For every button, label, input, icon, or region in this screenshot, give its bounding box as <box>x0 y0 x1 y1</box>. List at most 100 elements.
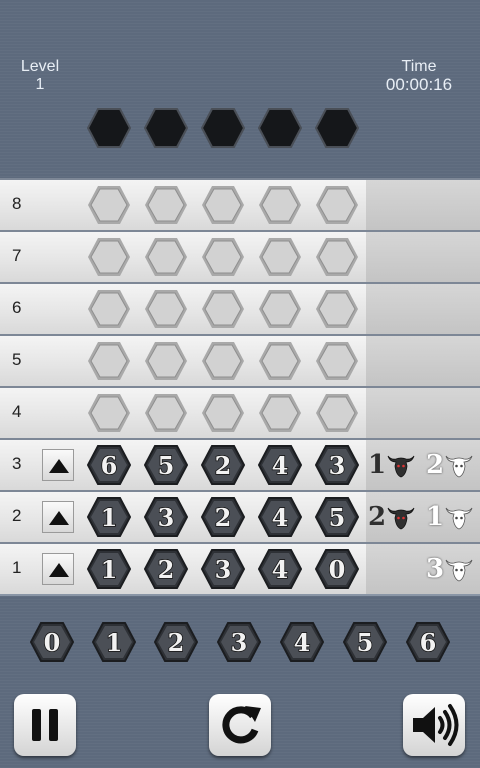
row-number: 3 <box>12 454 22 473</box>
guess-digit-hex: 3 <box>314 445 360 485</box>
reuse-guess-button[interactable] <box>42 501 74 533</box>
hex-digit: 2 <box>168 628 185 657</box>
empty-hex-slot <box>258 237 302 277</box>
guess-digit-hex: 5 <box>314 497 360 537</box>
empty-hex-slot <box>315 341 359 381</box>
guess-digit-hex: 2 <box>200 445 246 485</box>
hex-digit: 3 <box>231 628 248 657</box>
guess-row: 7 <box>0 230 480 282</box>
feedback-cell <box>366 180 480 230</box>
secret-hex-slot <box>314 108 360 148</box>
hex-digit: 3 <box>158 503 175 532</box>
empty-hex-slot <box>87 341 131 381</box>
hex-digit: 6 <box>420 628 437 657</box>
level-indicator: Level 1 <box>12 58 68 94</box>
bulls-number: 2 <box>368 502 387 532</box>
level-label: Level <box>20 58 60 75</box>
secret-hex-slot <box>86 108 132 148</box>
hex-digit: 5 <box>158 451 175 480</box>
bull-icon <box>387 507 415 530</box>
feedback-cell <box>366 232 480 282</box>
restart-icon <box>222 706 261 744</box>
pause-icon <box>32 709 58 741</box>
empty-hex-slot <box>87 289 131 329</box>
reuse-guess-button[interactable] <box>42 449 74 481</box>
empty-hex-slot <box>315 237 359 277</box>
digit-key-2[interactable]: 2 <box>153 622 199 666</box>
hex-digit: 2 <box>158 555 175 584</box>
feedback-cell: 3 <box>366 544 480 594</box>
empty-hex-slot <box>258 341 302 381</box>
row-number: 1 <box>12 558 22 577</box>
cow-icon <box>445 507 473 530</box>
empty-hex-slot <box>201 185 245 225</box>
secret-hex-slot <box>257 108 303 148</box>
cows-number: 1 <box>426 502 445 532</box>
hex-digit: 6 <box>101 451 118 480</box>
feedback-cell: 21 <box>366 492 480 542</box>
bulls-number: 1 <box>368 450 387 480</box>
secret-hex-slot <box>143 108 189 148</box>
digit-key-1[interactable]: 1 <box>91 622 137 666</box>
empty-hex-slot <box>87 185 131 225</box>
empty-hex-slot <box>258 393 302 433</box>
sound-button[interactable] <box>403 694 465 756</box>
empty-hex-slot <box>144 341 188 381</box>
empty-hex-slot <box>315 185 359 225</box>
digit-key-6[interactable]: 6 <box>405 622 451 666</box>
guess-row: 5 <box>0 334 480 386</box>
guess-digit-hex: 2 <box>143 549 189 589</box>
restart-button[interactable] <box>209 694 271 756</box>
hex-digit: 5 <box>329 503 346 532</box>
empty-hex-slot <box>315 393 359 433</box>
empty-hex-slot <box>144 393 188 433</box>
empty-hex-slot <box>258 185 302 225</box>
empty-hex-slot <box>258 289 302 329</box>
bull-icon <box>387 455 415 478</box>
guess-digit-hex: 4 <box>257 445 303 485</box>
feedback-cell <box>366 336 480 386</box>
triangle-up-icon <box>49 563 69 577</box>
hex-digit: 4 <box>272 503 289 532</box>
digit-key-3[interactable]: 3 <box>216 622 262 666</box>
row-number: 2 <box>12 506 22 525</box>
empty-hex-slot <box>201 237 245 277</box>
hex-digit: 2 <box>215 503 232 532</box>
guess-row: 1 1 2 3 4 0 3 <box>0 542 480 594</box>
guess-row: 36524312 <box>0 438 480 490</box>
guess-digit-hex: 3 <box>200 549 246 589</box>
row-number: 8 <box>12 194 22 213</box>
hex-digit: 0 <box>329 555 346 584</box>
pause-button[interactable] <box>14 694 76 756</box>
reuse-guess-button[interactable] <box>42 553 74 585</box>
hex-digit: 2 <box>215 451 232 480</box>
secret-hex-slot <box>200 108 246 148</box>
hex-digit: 1 <box>106 628 123 657</box>
empty-hex-slot <box>201 289 245 329</box>
guess-digit-hex: 6 <box>86 445 132 485</box>
timer: Time 00:00:16 <box>374 58 464 94</box>
row-number: 4 <box>12 402 22 421</box>
digit-key-0[interactable]: 0 <box>29 622 75 666</box>
empty-hex-slot <box>144 237 188 277</box>
hex-digit: 4 <box>294 628 311 657</box>
guess-digit-hex: 2 <box>200 497 246 537</box>
hex-digit: 4 <box>272 555 289 584</box>
guess-digit-hex: 5 <box>143 445 189 485</box>
hex-digit: 5 <box>357 628 374 657</box>
guess-digit-hex: 4 <box>257 549 303 589</box>
hex-digit: 3 <box>329 451 346 480</box>
empty-hex-slot <box>201 341 245 381</box>
digit-key-5[interactable]: 5 <box>342 622 388 666</box>
time-label: Time <box>401 58 437 75</box>
empty-hex-slot <box>87 393 131 433</box>
guess-digit-hex: 3 <box>143 497 189 537</box>
empty-hex-slot <box>144 289 188 329</box>
guess-digit-hex: 0 <box>314 549 360 589</box>
guess-row: 6 <box>0 282 480 334</box>
digit-key-4[interactable]: 4 <box>279 622 325 666</box>
hex-digit: 3 <box>215 555 232 584</box>
guess-digit-hex: 1 <box>86 497 132 537</box>
guess-row: 21324521 <box>0 490 480 542</box>
digit-keypad: 0 1 2 3 4 5 6 <box>0 622 480 670</box>
